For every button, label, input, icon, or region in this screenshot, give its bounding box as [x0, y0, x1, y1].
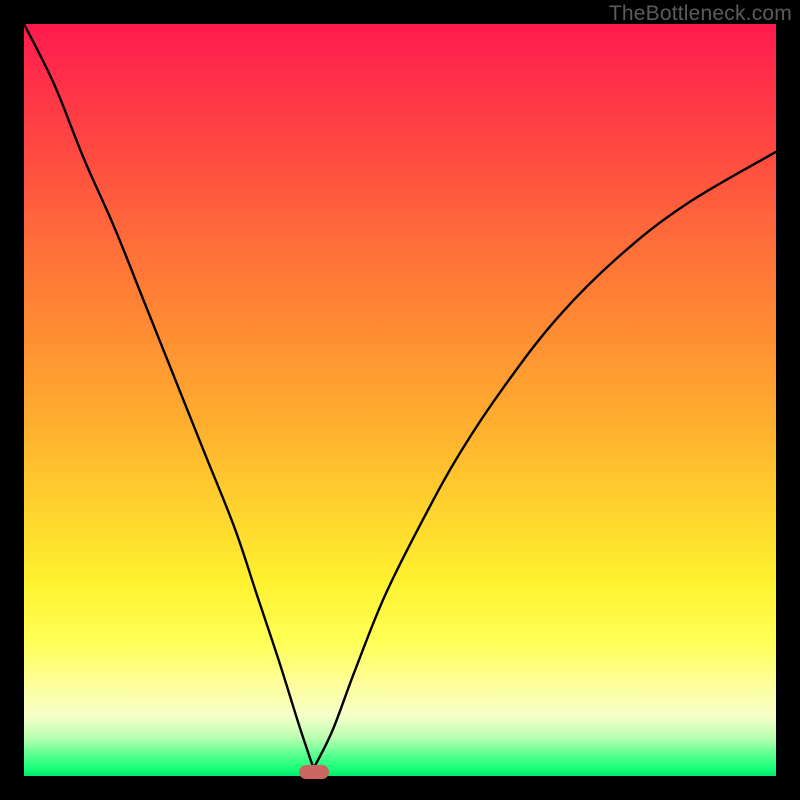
optimal-point-marker [299, 765, 329, 779]
chart-frame [24, 24, 776, 776]
curve-right-branch [314, 152, 776, 769]
bottleneck-curve [24, 24, 776, 776]
watermark-text: TheBottleneck.com [609, 2, 792, 26]
curve-left-branch [24, 24, 314, 768]
